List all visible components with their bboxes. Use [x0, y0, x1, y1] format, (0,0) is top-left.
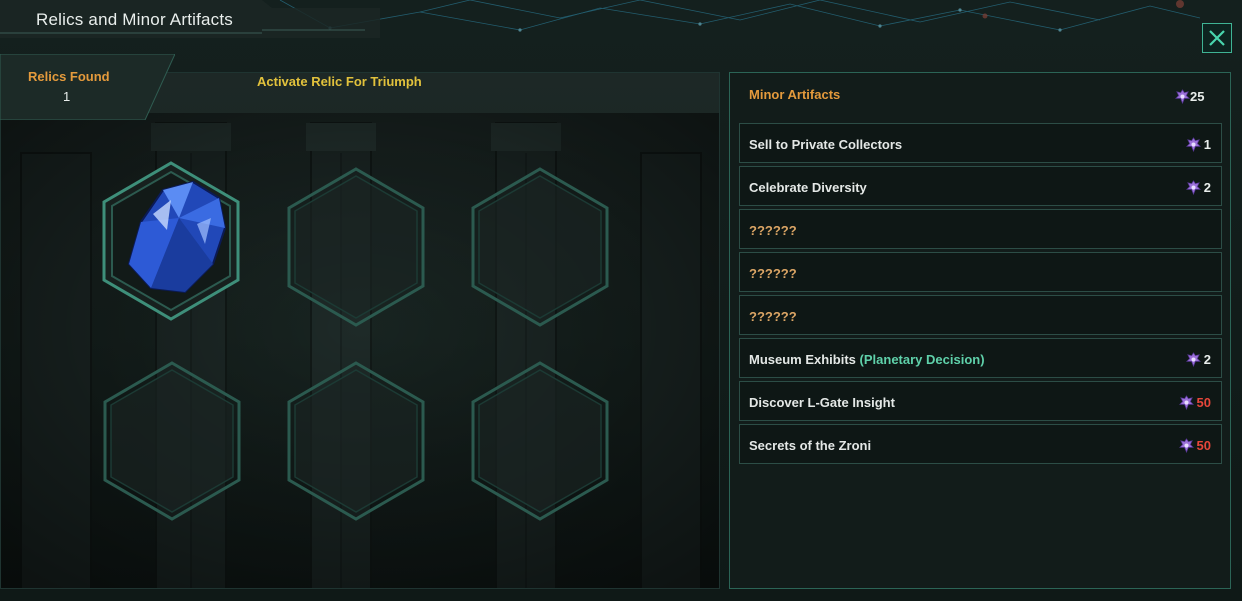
minor-artifacts-total: 25 — [1175, 87, 1204, 105]
relics-found-count: 1 — [63, 89, 71, 104]
artifact-action-cost: 2 — [1185, 179, 1211, 195]
artifact-action-label: ?????? — [749, 266, 797, 281]
close-icon — [1209, 30, 1225, 46]
relic-slot-2[interactable] — [286, 166, 426, 328]
relics-found-tab — [0, 54, 175, 120]
close-button[interactable] — [1202, 23, 1232, 53]
relic-slot-1[interactable] — [101, 160, 241, 322]
artifact-action-row[interactable]: Discover L-Gate Insight 50 — [739, 381, 1222, 421]
relic-slot-4[interactable] — [102, 360, 242, 522]
artifact-action-name: Museum Exhibits — [749, 352, 856, 367]
artifact-action-row[interactable]: Museum Exhibits (Planetary Decision) 2 — [739, 338, 1222, 378]
artifact-action-label: Secrets of the Zroni — [749, 438, 872, 453]
artifact-action-row[interactable]: Celebrate Diversity 2 — [739, 166, 1222, 206]
minor-artifact-icon — [1178, 437, 1194, 453]
artifact-action-cost: 50 — [1178, 437, 1211, 453]
artifact-action-row[interactable]: Secrets of the Zroni 50 — [739, 424, 1222, 464]
minor-artifact-icon — [1185, 136, 1201, 152]
artifact-action-label: Sell to Private Collectors — [749, 137, 903, 152]
minor-artifacts-header: Minor Artifacts — [749, 87, 841, 102]
artifact-action-cost: 50 — [1178, 394, 1211, 410]
window-title: Relics and Minor Artifacts — [36, 10, 233, 29]
artifact-action-cost: 1 — [1185, 136, 1211, 152]
relic-slot-3[interactable] — [470, 166, 610, 328]
cost-value: 1 — [1203, 136, 1211, 152]
artifact-action-label: Discover L-Gate Insight — [749, 395, 895, 410]
minor-artifact-icon — [1178, 394, 1194, 410]
minor-artifact-icon — [1185, 179, 1201, 195]
minor-artifact-icon — [1175, 88, 1190, 104]
artifact-action-row-locked[interactable]: ?????? — [739, 295, 1222, 335]
cost-value: 50 — [1196, 437, 1211, 453]
artifact-action-label: ?????? — [749, 223, 797, 238]
activate-relic-label: Activate Relic For Triumph — [257, 74, 422, 89]
relic-slot-6[interactable] — [470, 360, 610, 522]
minor-artifact-icon — [1185, 351, 1201, 367]
planetary-decision-tag: (Planetary Decision) — [859, 352, 985, 367]
relics-found-label: Relics Found — [28, 69, 110, 84]
artifact-action-label: Museum Exhibits (Planetary Decision) — [749, 352, 985, 367]
cost-value: 50 — [1196, 394, 1211, 410]
minor-artifacts-count: 25 — [1190, 88, 1205, 104]
artifact-action-cost: 2 — [1185, 351, 1211, 367]
artifact-action-label: ?????? — [749, 309, 797, 324]
relic-slot-5[interactable] — [286, 360, 426, 522]
cost-value: 2 — [1203, 179, 1211, 195]
artifact-action-list: Sell to Private Collectors 1 Celebrate D… — [739, 123, 1222, 467]
artifact-action-row[interactable]: Sell to Private Collectors 1 — [739, 123, 1222, 163]
artifact-action-row-locked[interactable]: ?????? — [739, 252, 1222, 292]
relics-window: Relics and Minor Artifacts Relics Found … — [0, 0, 1242, 601]
artifact-action-label: Celebrate Diversity — [749, 180, 867, 195]
cost-value: 2 — [1203, 351, 1211, 367]
artifact-action-row-locked[interactable]: ?????? — [739, 209, 1222, 249]
